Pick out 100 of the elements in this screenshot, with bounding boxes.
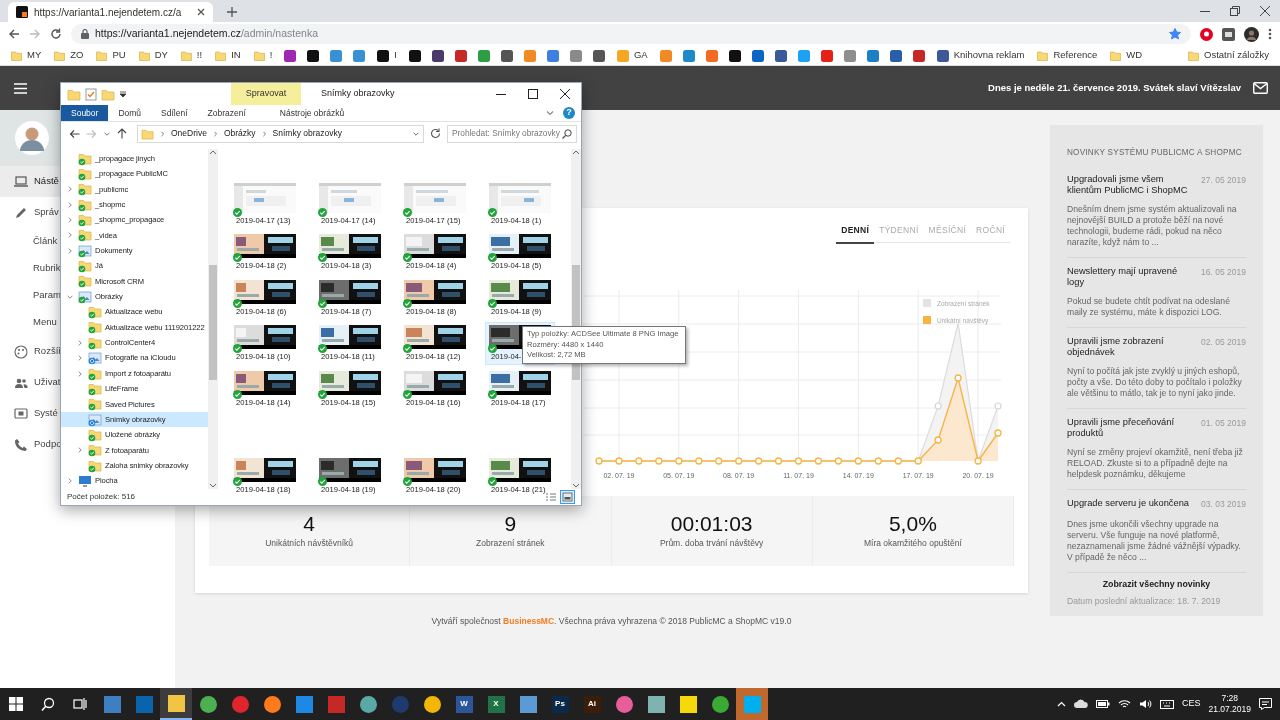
- all-news-link[interactable]: Zobrazit všechny novinky: [1067, 578, 1246, 592]
- bookmark[interactable]: I: [374, 48, 400, 63]
- bookmark[interactable]: ZO: [51, 48, 87, 63]
- star-icon[interactable]: [1169, 28, 1181, 40]
- chevron-icon[interactable]: [76, 369, 84, 378]
- site-icon[interactable]: [774, 49, 787, 62]
- bookmark[interactable]: !: [250, 48, 276, 63]
- taskbar-button[interactable]: X: [480, 688, 512, 720]
- address-field[interactable]: OneDrive Obrázky Snímky obrazovky: [137, 124, 424, 143]
- breadcrumb[interactable]: OneDrive: [171, 127, 207, 140]
- maximize-icon[interactable]: [528, 89, 538, 99]
- search-icon[interactable]: [41, 697, 55, 711]
- chevron-icon[interactable]: [66, 200, 74, 209]
- help-button[interactable]: ?: [563, 107, 575, 119]
- extension-icon[interactable]: [1222, 27, 1235, 41]
- scroll-down-icon[interactable]: [572, 483, 580, 489]
- scroll-down-icon[interactable]: [209, 483, 217, 489]
- scroll-up-icon[interactable]: [572, 149, 580, 155]
- chevron-icon[interactable]: [76, 446, 84, 455]
- task-view-icon[interactable]: [73, 697, 87, 711]
- refresh-icon[interactable]: [430, 128, 441, 139]
- language-indicator[interactable]: CES: [1181, 697, 1201, 711]
- chevron-icon[interactable]: [76, 338, 84, 347]
- search-field[interactable]: Prohledat: Snímky obrazovky: [447, 124, 577, 143]
- close-icon[interactable]: [1260, 6, 1270, 16]
- ribbon-tab[interactable]: Sdílení: [151, 105, 198, 121]
- bookmark[interactable]: Ostatní záložky: [1185, 48, 1272, 63]
- clock-time[interactable]: 7:28: [1221, 693, 1238, 704]
- avatar[interactable]: [1244, 26, 1259, 42]
- notification-icon[interactable]: [1259, 698, 1272, 710]
- bookmark[interactable]: !!: [177, 48, 206, 63]
- chevron-icon[interactable]: [66, 231, 74, 240]
- nav-item[interactable]: Rozšíř: [0, 336, 60, 367]
- breadcrumb[interactable]: Obrázky: [223, 127, 256, 140]
- period-tab[interactable]: DENNÍ: [836, 222, 875, 244]
- scroll-up-icon[interactable]: [209, 149, 217, 155]
- back-icon[interactable]: [8, 28, 20, 40]
- taskbar-button[interactable]: Ps: [544, 688, 576, 720]
- site-icon[interactable]: [431, 49, 444, 62]
- reload-icon[interactable]: [50, 28, 62, 40]
- site-icon[interactable]: [500, 49, 513, 62]
- battery-icon[interactable]: [1095, 700, 1110, 708]
- ribbon-tab[interactable]: Domů: [108, 105, 152, 121]
- breadcrumb[interactable]: Snímky obrazovky: [272, 127, 342, 140]
- bookmark[interactable]: Reference: [1034, 48, 1101, 63]
- restore-icon[interactable]: [1230, 6, 1240, 16]
- site-icon[interactable]: [307, 49, 320, 62]
- close-icon[interactable]: [197, 8, 205, 16]
- site-icon[interactable]: [408, 49, 421, 62]
- chevron-icon[interactable]: [545, 108, 555, 118]
- nav-item[interactable]: Menu: [0, 309, 60, 336]
- chevron-icon[interactable]: [66, 215, 74, 224]
- caret-icon[interactable]: [1056, 701, 1066, 707]
- site-icon[interactable]: [728, 49, 741, 62]
- nav-item[interactable]: Článk: [0, 228, 60, 255]
- nav-item[interactable]: Systé: [0, 398, 60, 429]
- nav-item[interactable]: Správ: [0, 197, 60, 228]
- taskbar-button[interactable]: W: [448, 688, 480, 720]
- nav-item[interactable]: Uživat: [0, 367, 60, 398]
- chevron-icon[interactable]: [76, 354, 84, 363]
- wifi-icon[interactable]: [1117, 699, 1131, 709]
- nav-item[interactable]: Param: [0, 282, 60, 309]
- bookmark[interactable]: GA: [613, 48, 651, 63]
- volume-icon[interactable]: [1138, 699, 1152, 709]
- bookmark[interactable]: IN: [212, 48, 244, 63]
- back-icon[interactable]: [69, 128, 80, 139]
- site-icon[interactable]: [284, 49, 297, 62]
- cloud-icon[interactable]: [1073, 699, 1088, 709]
- address-field[interactable]: https://varianta1.nejendetem.cz/admin/nastenka: [71, 24, 1191, 44]
- chevron-icon[interactable]: [66, 246, 74, 255]
- close-icon[interactable]: [560, 89, 570, 99]
- ribbon-tab[interactable]: Zobrazení: [197, 105, 256, 121]
- bookmark[interactable]: Knihovna reklam: [933, 48, 1028, 63]
- scrollbar[interactable]: [208, 149, 218, 489]
- properties-icon[interactable]: [85, 87, 97, 101]
- site-icon[interactable]: [592, 49, 605, 62]
- start-icon[interactable]: [9, 697, 23, 711]
- site-icon[interactable]: [889, 49, 902, 62]
- menu-icon[interactable]: [1268, 28, 1272, 40]
- nav-item[interactable]: Rubrik: [0, 255, 60, 282]
- up-icon[interactable]: [117, 128, 127, 139]
- keyboard-icon[interactable]: [1159, 699, 1174, 709]
- new-tab-icon[interactable]: [227, 7, 237, 17]
- browser-tab[interactable]: https://varianta1.nejendetem.cz/a: [8, 2, 213, 22]
- bookmark[interactable]: PU: [93, 48, 129, 63]
- bookmark[interactable]: WD: [1107, 48, 1146, 63]
- taskbar-button[interactable]: [160, 688, 192, 720]
- nav-item[interactable]: Nástě: [0, 166, 60, 197]
- dropdown-icon[interactable]: [119, 90, 127, 98]
- taskbar-button[interactable]: Ai: [576, 688, 608, 720]
- chevron-icon[interactable]: [66, 477, 74, 486]
- ribbon-tab[interactable]: Nástroje obrázků: [269, 105, 355, 121]
- chevron-icon[interactable]: [66, 185, 74, 194]
- menu-icon[interactable]: [14, 82, 27, 94]
- clock-date[interactable]: 21.07.2019: [1208, 704, 1251, 715]
- bookmark[interactable]: MY: [8, 48, 45, 63]
- large-icons-view-button[interactable]: [560, 490, 575, 504]
- bookmark[interactable]: DY: [135, 48, 171, 63]
- extension-icon[interactable]: [1200, 27, 1213, 41]
- mail-icon[interactable]: [1253, 82, 1268, 94]
